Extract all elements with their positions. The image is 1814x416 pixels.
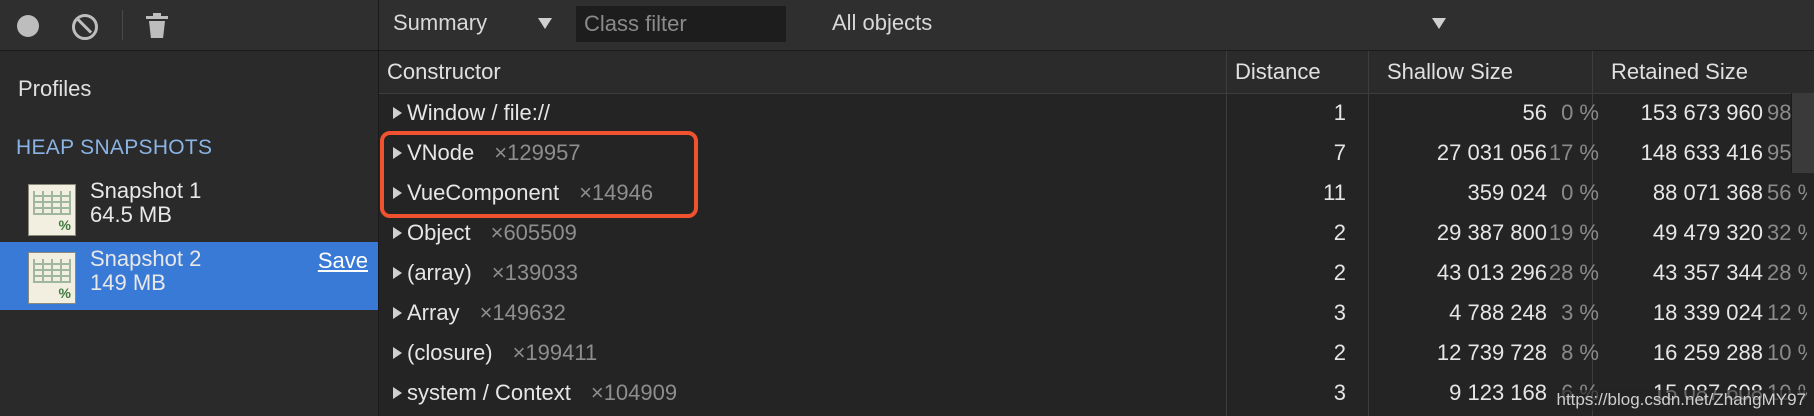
snapshot-name: Snapshot 1 <box>90 178 202 203</box>
table-row[interactable]: (closure) ×199411 2 12 739 728 8 % 16 259… <box>379 333 1814 373</box>
table-row[interactable]: Object ×605509 2 29 387 800 19 % 49 479 3… <box>379 213 1814 253</box>
expand-triangle-icon[interactable] <box>393 387 402 399</box>
column-retained-size[interactable]: Retained Size <box>1603 51 1814 93</box>
retained-size-percent: 12 % <box>1767 300 1807 325</box>
expand-triangle-icon[interactable] <box>393 107 402 119</box>
sidebar-toolbar <box>0 0 378 51</box>
retained-size-value: 43 357 344 <box>1652 260 1763 285</box>
shallow-size-value: 27 031 056 <box>1436 140 1547 165</box>
distance-value: 2 <box>1333 260 1346 285</box>
constructor-name: Object <box>407 220 471 245</box>
objects-select[interactable]: All objects <box>832 10 932 36</box>
retained-size-value: 49 479 320 <box>1652 220 1763 245</box>
instance-count: ×139033 <box>491 260 579 285</box>
distance-value: 3 <box>1333 380 1346 405</box>
shallow-size-value: 29 387 800 <box>1436 220 1547 245</box>
distance-value: 1 <box>1333 100 1346 125</box>
expand-triangle-icon[interactable] <box>393 347 402 359</box>
expand-triangle-icon[interactable] <box>393 307 402 319</box>
snapshot-item-1[interactable]: % Snapshot 1 64.5 MB <box>0 174 378 242</box>
constructor-name: (array) <box>407 260 472 285</box>
shallow-size-percent: 3 % <box>1561 300 1599 325</box>
snapshot-icon: % <box>28 252 76 304</box>
column-distance[interactable]: Distance <box>1227 51 1379 93</box>
table-row[interactable]: Window / file:// 1 56 0 % 153 673 960 98… <box>379 93 1814 133</box>
retained-size-value: 88 071 368 <box>1652 180 1763 205</box>
shallow-size-value: 9 123 168 <box>1449 380 1547 405</box>
distance-value: 3 <box>1333 300 1346 325</box>
annotation-highlight-box <box>380 131 698 218</box>
snapshot-size: 64.5 MB <box>90 202 172 227</box>
save-snapshot-link[interactable]: Save <box>318 248 368 274</box>
table-row[interactable]: Array ×149632 3 4 788 248 3 % 18 339 024 … <box>379 293 1814 333</box>
shallow-size-percent: 28 % <box>1548 260 1599 285</box>
distance-value: 2 <box>1333 340 1346 365</box>
distance-value: 11 <box>1323 180 1346 205</box>
table-header: Constructor Distance Shallow Size Retain… <box>379 51 1814 94</box>
trash-icon[interactable] <box>145 13 171 39</box>
class-filter-input[interactable] <box>576 6 786 42</box>
snapshot-name: Snapshot 2 <box>90 246 202 271</box>
shallow-size-percent: 0 % <box>1561 180 1599 205</box>
constructor-name: Window / file:// <box>407 100 551 125</box>
snapshot-size: 149 MB <box>90 270 166 295</box>
shallow-size-percent: 0 % <box>1561 100 1599 125</box>
retained-size-percent: 32 % <box>1767 220 1807 245</box>
shallow-size-value: 359 024 <box>1467 180 1547 205</box>
retained-size-value: 18 339 024 <box>1652 300 1763 325</box>
instance-count: ×149632 <box>479 300 566 325</box>
profiles-heading: Profiles <box>18 76 92 101</box>
retained-size-value: 16 259 288 <box>1652 340 1763 365</box>
shallow-size-value: 56 <box>1522 100 1547 125</box>
record-icon[interactable] <box>15 13 41 39</box>
shallow-size-value: 12 739 728 <box>1436 340 1547 365</box>
heap-snapshots-heading: HEAP SNAPSHOTS <box>16 136 213 159</box>
retained-size-value: 153 673 960 <box>1640 100 1763 125</box>
constructor-name: (closure) <box>407 340 493 365</box>
constructor-name: Array <box>407 300 460 325</box>
table-row[interactable]: (array) ×139033 2 43 013 296 28 % 43 357 … <box>379 253 1814 293</box>
distance-value: 2 <box>1333 220 1346 245</box>
retained-size-percent: 56 % <box>1767 180 1807 205</box>
watermark: https://blog.csdn.net/ZhangMY97 <box>1556 390 1806 410</box>
expand-triangle-icon[interactable] <box>393 267 402 279</box>
shallow-size-percent: 17 % <box>1548 140 1599 165</box>
snapshot-item-2[interactable]: % Snapshot 2 149 MB Save <box>0 242 378 310</box>
profiles-sidebar: Profiles HEAP SNAPSHOTS % Snapshot 1 64.… <box>0 0 379 416</box>
retained-size-percent: 10 % <box>1767 340 1807 365</box>
retained-size-value: 148 633 416 <box>1640 140 1763 165</box>
chevron-down-icon[interactable] <box>1432 18 1446 29</box>
toolbar-divider <box>122 10 123 40</box>
heap-toolbar: Summary All objects <box>379 0 1814 51</box>
shallow-size-percent: 8 % <box>1561 340 1599 365</box>
snapshot-icon: % <box>28 184 76 236</box>
retained-size-percent: 28 % <box>1767 260 1807 285</box>
instance-count: ×104909 <box>590 380 678 405</box>
column-constructor[interactable]: Constructor <box>379 51 1227 93</box>
constructor-name: system / Context <box>407 380 571 405</box>
chevron-down-icon[interactable] <box>538 18 552 29</box>
view-select[interactable]: Summary <box>393 10 487 36</box>
expand-triangle-icon[interactable] <box>393 227 402 239</box>
distance-value: 7 <box>1333 140 1346 165</box>
shallow-size-value: 4 788 248 <box>1449 300 1547 325</box>
shallow-size-value: 43 013 296 <box>1436 260 1547 285</box>
column-shallow-size[interactable]: Shallow Size <box>1379 51 1603 93</box>
clear-icon[interactable] <box>71 13 98 40</box>
instance-count: ×605509 <box>490 220 577 245</box>
instance-count: ×199411 <box>512 340 598 365</box>
vertical-scrollbar[interactable] <box>1791 93 1814 173</box>
shallow-size-percent: 19 % <box>1548 220 1599 245</box>
